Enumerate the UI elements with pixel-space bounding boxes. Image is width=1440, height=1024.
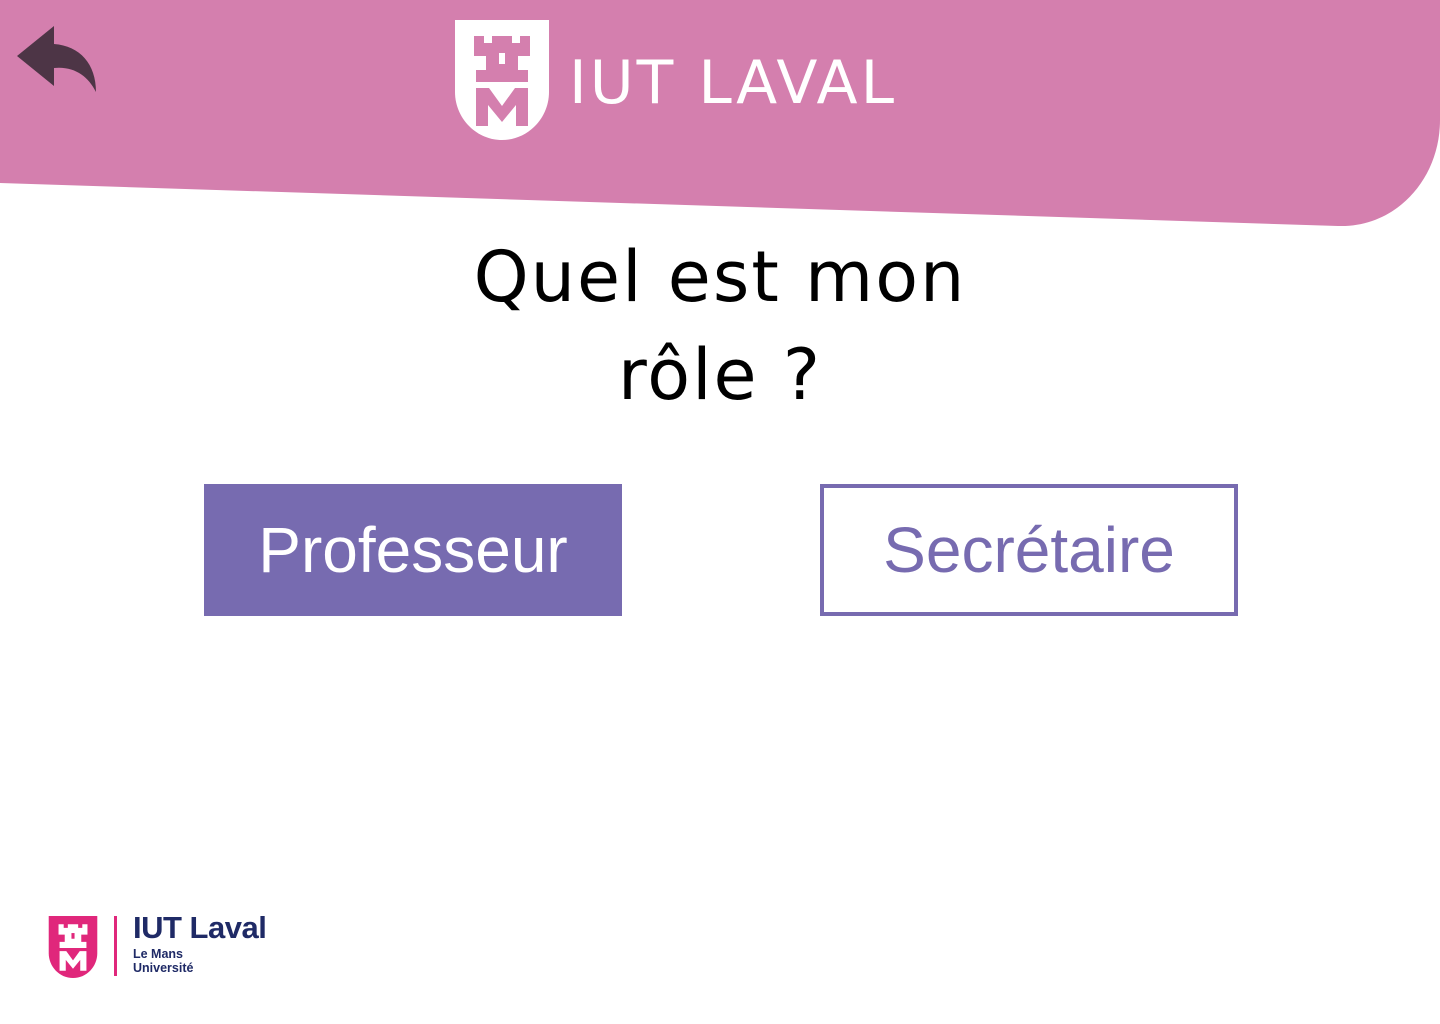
footer-title: IUT Laval: [133, 910, 267, 945]
back-button[interactable]: [14, 24, 100, 96]
question-line-2: rôle ?: [618, 334, 822, 416]
reply-arrow-icon: [14, 24, 100, 96]
page-question: Quel est mon rôle ?: [320, 228, 1120, 424]
app-title: IUT LAVAL: [569, 48, 898, 118]
footer-brand-text: IUT Laval Le Mans Université: [133, 910, 267, 975]
footer-subtitle-1: Le Mans: [133, 947, 184, 961]
footer-divider: [114, 916, 117, 976]
header-brand: IUT LAVAL: [455, 19, 897, 141]
footer-logo: IUT Laval Le Mans Université: [48, 910, 267, 982]
question-line-1: Quel est mon: [473, 236, 967, 318]
professeur-button[interactable]: Professeur: [204, 484, 622, 616]
castle-shield-icon: [48, 916, 98, 978]
secretaire-button[interactable]: Secrétaire: [820, 484, 1238, 616]
footer-subtitle-2: Université: [133, 961, 194, 975]
screen: IUT LAVAL Quel est mon rôle ? Professeur…: [0, 0, 1440, 1024]
castle-shield-icon: [455, 20, 549, 140]
